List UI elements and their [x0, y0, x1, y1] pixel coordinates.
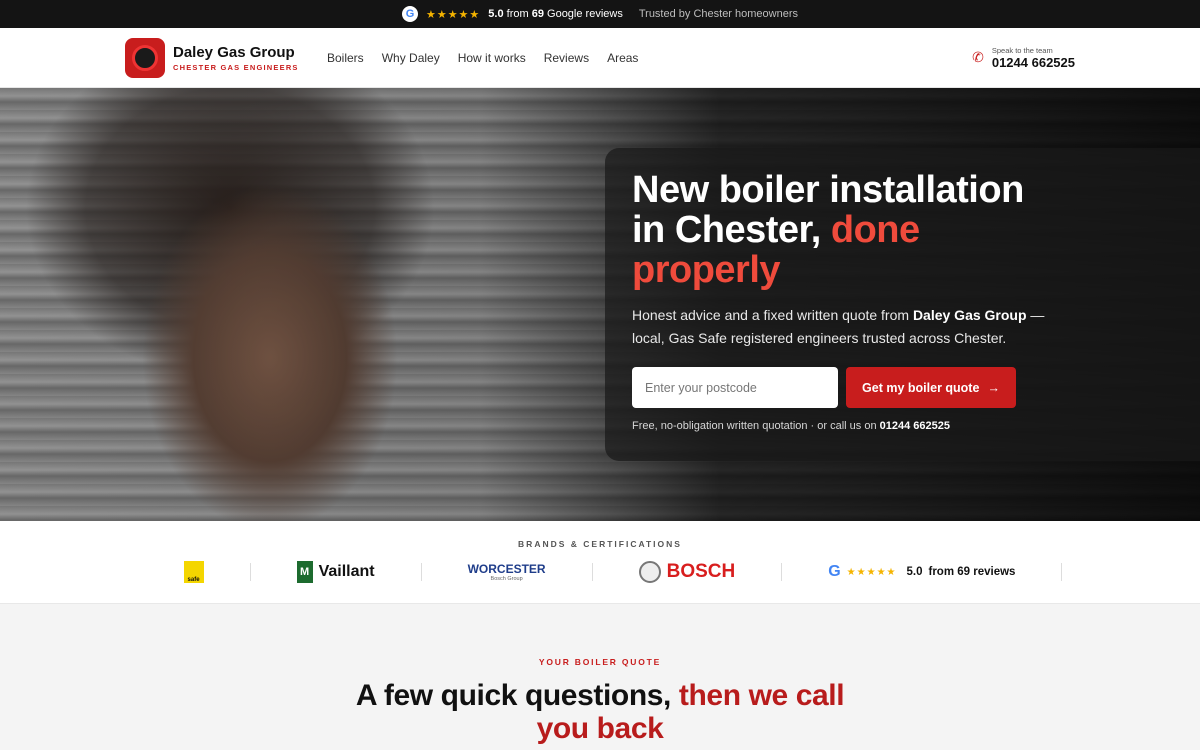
- worcester-sub: Bosch Group: [490, 576, 523, 582]
- google-icon: G: [828, 563, 841, 580]
- review-bar: G ★★★★★ 5.0 from 69 Google reviews Trust…: [0, 0, 1200, 28]
- rating-reviews-label: Google reviews: [547, 8, 623, 20]
- get-quote-label: Get my boiler quote: [862, 380, 980, 395]
- bosch-logo: BOSCH: [593, 561, 783, 583]
- vaillant-icon: M: [296, 561, 313, 583]
- rating-score: 5.0: [488, 8, 504, 20]
- rating-count: 69: [531, 8, 544, 20]
- quote-eyebrow: YOUR BOILER QUOTE: [538, 657, 662, 667]
- get-quote-button[interactable]: Get my boiler quote →: [846, 367, 1016, 408]
- rating-stars-icon: ★★★★★: [425, 8, 481, 21]
- brands-strip: BRANDS & CERTIFICATIONS safe M Vaillant …: [0, 521, 1200, 604]
- hero-section: New boiler installation in Chester, done…: [0, 88, 1200, 521]
- brand-logo[interactable]: Daley Gas Group CHESTER GAS ENGINEERS: [125, 37, 325, 78]
- hero-card: New boiler installation in Chester, done…: [605, 148, 1200, 461]
- quote-form: Get my boiler quote →: [632, 367, 1200, 408]
- hero-desc-brand: Daley Gas Group: [912, 307, 1027, 323]
- nav-boilers[interactable]: Boilers: [327, 51, 364, 65]
- google-reviews-badge: G ★★★★★ 5.0 from 69 reviews: [782, 563, 1063, 581]
- trusted-text: Trusted by Chester homeowners: [638, 8, 799, 20]
- hero-note-text: Free, no-obligation written quotation · …: [632, 420, 877, 432]
- hero-note-phone[interactable]: 01244 662525: [880, 420, 950, 432]
- phone-number: 01244 662525: [991, 54, 1075, 70]
- google-icon: G: [401, 6, 418, 22]
- gas-safe-icon: safe: [183, 561, 204, 583]
- nav-how-it-works[interactable]: How it works: [458, 51, 526, 65]
- worcester-name: WORCESTER Bosch Group: [468, 562, 546, 582]
- brands-title: BRANDS & CERTIFICATIONS: [518, 539, 682, 549]
- logo-icon: [125, 37, 165, 78]
- rating-from: from: [506, 8, 529, 20]
- rating-summary: 5.0 from 69 Google reviews: [488, 8, 623, 20]
- vaillant-name: Vaillant: [318, 563, 375, 580]
- rating-stars-icon: ★★★★★: [846, 566, 897, 578]
- brand-name: Daley Gas Group: [173, 43, 295, 61]
- quote-title: A few quick questions, then we call you …: [340, 679, 860, 745]
- phone-icon: ✆: [972, 49, 984, 65]
- hero-title: New boiler installation in Chester, done…: [632, 170, 1052, 290]
- quote-section: YOUR BOILER QUOTE A few quick questions,…: [0, 604, 1200, 745]
- nav-why-daley[interactable]: Why Daley: [382, 51, 440, 65]
- gas-safe-logo: safe: [138, 561, 251, 583]
- hero-note: Free, no-obligation written quotation · …: [632, 420, 1200, 432]
- brand-logos: safe M Vaillant WORCESTER Bosch Group BO…: [0, 561, 1200, 583]
- phone-link[interactable]: ✆ Speak to the team 01244 662525: [972, 46, 1075, 70]
- arrow-right-icon: →: [987, 380, 1000, 395]
- postcode-input[interactable]: [632, 367, 838, 408]
- google-reviews-count: from 69 reviews: [928, 566, 1016, 578]
- phone-label: Speak to the team: [991, 45, 1053, 55]
- hero-title-main: New boiler installation in Chester,: [632, 169, 1024, 251]
- main-nav: Boilers Why Daley How it works Reviews A…: [327, 51, 638, 65]
- hero-description: Honest advice and a fixed written quote …: [632, 304, 1052, 350]
- nav-areas[interactable]: Areas: [607, 51, 638, 65]
- worcester-logo: WORCESTER Bosch Group: [422, 562, 593, 582]
- brand-tagline: CHESTER GAS ENGINEERS: [173, 62, 299, 72]
- vaillant-logo: M Vaillant: [251, 561, 422, 583]
- nav-reviews[interactable]: Reviews: [544, 51, 589, 65]
- quote-title-main: A few quick questions,: [355, 679, 672, 712]
- bosch-icon: [638, 561, 661, 583]
- bosch-name: BOSCH: [666, 561, 736, 582]
- hero-desc-prefix: Honest advice and a fixed written quote …: [632, 307, 910, 323]
- site-header: Daley Gas Group CHESTER GAS ENGINEERS Bo…: [0, 28, 1200, 88]
- google-score: 5.0: [906, 566, 923, 578]
- worcester-text: WORCESTER: [467, 562, 546, 576]
